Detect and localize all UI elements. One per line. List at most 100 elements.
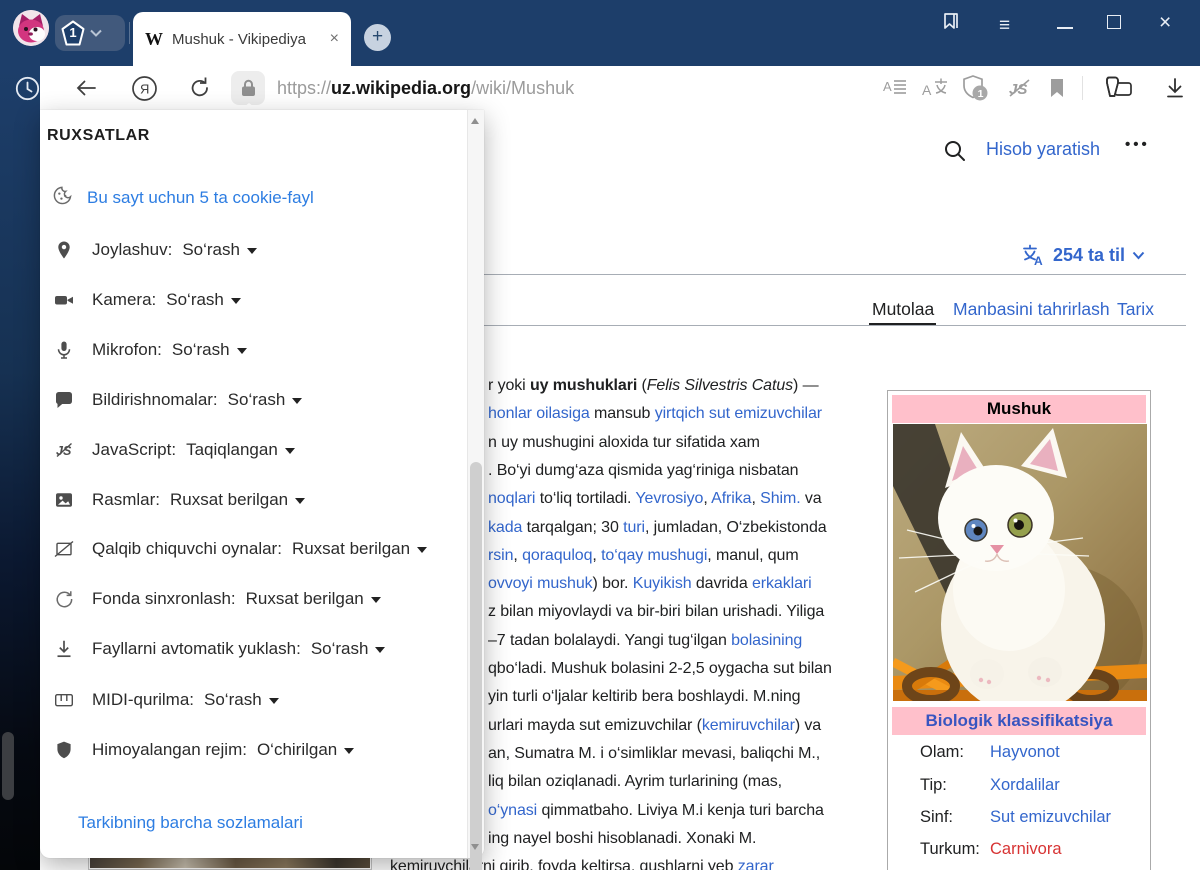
maximize-button[interactable] bbox=[1107, 15, 1121, 29]
all-content-settings-link[interactable]: Tarkibning barcha sozlamalari bbox=[78, 813, 303, 833]
article-link[interactable]: kada bbox=[488, 519, 522, 536]
permission-row: Fonda sinxronlash:Ruxsat berilgan bbox=[54, 586, 381, 612]
sidebar-panel-icon[interactable] bbox=[941, 11, 961, 38]
permission-value-dropdown[interactable]: So‘rash bbox=[311, 639, 386, 659]
address-bar[interactable]: https://uz.wikipedia.org/wiki/Mushuk bbox=[277, 66, 574, 110]
cookies-link-row[interactable]: Bu sayt uchun 5 ta cookie-fayl bbox=[52, 185, 314, 211]
permission-value-dropdown[interactable]: Ruxsat berilgan bbox=[246, 589, 381, 609]
back-button[interactable] bbox=[70, 66, 102, 110]
refresh-icon[interactable] bbox=[184, 66, 216, 110]
midi-icon bbox=[54, 690, 74, 710]
translate-icon[interactable]: A bbox=[918, 66, 952, 110]
article-link[interactable]: erkaklari bbox=[752, 575, 812, 592]
article-text: ) — bbox=[793, 377, 818, 394]
article-text-line: n uy mushugini aloxida tur sifatida xam bbox=[488, 434, 760, 452]
article-tab-tarix[interactable]: Tarix bbox=[1117, 299, 1154, 320]
search-icon[interactable] bbox=[944, 140, 966, 167]
article-link[interactable]: turi bbox=[623, 519, 645, 536]
article-link[interactable]: rsin bbox=[488, 547, 513, 564]
article-link[interactable]: zarar bbox=[738, 858, 774, 870]
article-link[interactable]: yirtqich sut emizuvchilar bbox=[655, 405, 822, 422]
article-tab-mutolaa[interactable]: Mutolaa bbox=[872, 299, 934, 320]
cookies-link[interactable]: Bu sayt uchun 5 ta cookie-fayl bbox=[87, 188, 314, 208]
panel-scroll-down-arrow[interactable] bbox=[471, 844, 479, 850]
browser-tab-active[interactable]: W Mushuk - Vikipediya × bbox=[133, 12, 351, 66]
article-link[interactable]: ovvoyi mushuk bbox=[488, 575, 593, 592]
article-link[interactable]: to‘qay mushugi bbox=[601, 547, 707, 564]
article-link[interactable]: Kuyikish bbox=[633, 575, 692, 592]
chevron-down-icon bbox=[1132, 251, 1145, 260]
svg-text:Я: Я bbox=[140, 81, 149, 96]
article-link[interactable]: Yevrosiyo bbox=[635, 490, 703, 507]
site-lock-button[interactable] bbox=[231, 71, 265, 105]
article-text: Felis Silvestris Catus bbox=[647, 377, 793, 394]
language-count-label: 254 ta til bbox=[1053, 245, 1125, 266]
article-text: uy mushuklari bbox=[530, 377, 637, 394]
article-thumbnail-image[interactable] bbox=[88, 856, 372, 870]
tab-group-button[interactable]: 1 bbox=[55, 15, 125, 51]
article-link[interactable]: qoraquloq bbox=[522, 547, 592, 564]
article-text-line: yin turli o‘ljalar keltirib bera boshlay… bbox=[488, 688, 800, 706]
more-options-icon[interactable]: ••• bbox=[1125, 136, 1150, 153]
dropdown-caret-icon bbox=[295, 498, 305, 504]
taxobox-row-label: Tip: bbox=[920, 776, 947, 794]
permission-value-dropdown[interactable]: So‘rash bbox=[228, 390, 303, 410]
article-link[interactable]: kemiruvchilar bbox=[702, 717, 795, 734]
article-link[interactable]: o‘ynasi bbox=[488, 802, 537, 819]
permission-row: Bildirishnomalar:So‘rash bbox=[54, 387, 302, 413]
article-link[interactable]: bolasining bbox=[731, 632, 802, 649]
article-link[interactable]: noqlari bbox=[488, 490, 535, 507]
article-link[interactable]: Afrika bbox=[711, 490, 751, 507]
permission-value-dropdown[interactable]: Ruxsat berilgan bbox=[292, 539, 427, 559]
taxobox-row-label: Olam: bbox=[920, 743, 964, 761]
tab-close-icon[interactable]: × bbox=[330, 30, 339, 48]
article-text-line: kemiruvchilarni qirib, foyda keltirsa, q… bbox=[390, 858, 774, 870]
permission-value-dropdown[interactable]: So‘rash bbox=[204, 690, 279, 710]
downloads-icon[interactable] bbox=[1158, 66, 1192, 110]
protect-shield-icon[interactable]: 1 bbox=[958, 66, 994, 110]
cookie-icon bbox=[52, 185, 73, 211]
profile-avatar[interactable] bbox=[13, 10, 49, 46]
permission-value-dropdown[interactable]: So‘rash bbox=[166, 290, 241, 310]
bookmark-icon[interactable] bbox=[1042, 66, 1072, 110]
language-selector-button[interactable]: A 254 ta til bbox=[1022, 244, 1145, 266]
taxobox-row-link[interactable]: Sut emizuvchilar bbox=[990, 808, 1111, 827]
permission-row: Kamera:So‘rash bbox=[54, 287, 241, 313]
dropdown-caret-icon bbox=[285, 448, 295, 454]
panel-scroll-up-arrow[interactable] bbox=[471, 118, 479, 124]
javascript-blocked-icon[interactable]: JS bbox=[1002, 66, 1036, 110]
permission-value-dropdown[interactable]: So‘rash bbox=[182, 240, 257, 260]
dropdown-caret-icon bbox=[231, 298, 241, 304]
taxobox-row: Turkum:Carnivora bbox=[920, 840, 980, 859]
kitten-photo[interactable] bbox=[893, 424, 1147, 701]
window-close-button[interactable]: × bbox=[1159, 11, 1171, 35]
new-tab-button[interactable]: + bbox=[364, 24, 391, 51]
article-text: , bbox=[513, 547, 522, 564]
taxobox-row-link[interactable]: Carnivora bbox=[990, 840, 1062, 859]
panel-scrollbar-thumb[interactable] bbox=[470, 462, 482, 870]
reader-mode-icon[interactable]: A bbox=[878, 66, 912, 110]
minimize-button[interactable] bbox=[1057, 27, 1073, 29]
article-text: . Bo‘yi dumg‘aza qismida yag‘riniga nisb… bbox=[488, 462, 798, 479]
dropdown-caret-icon bbox=[417, 547, 427, 553]
sidebar-widget-edge[interactable] bbox=[2, 732, 14, 800]
taxobox: Mushuk bbox=[887, 390, 1151, 870]
article-link[interactable]: honlar oilasiga bbox=[488, 405, 590, 422]
article-tab-manbasini-tahrirlash[interactable]: Manbasini tahrirlash bbox=[953, 299, 1110, 320]
menu-button[interactable]: ≡ bbox=[999, 15, 1010, 37]
taxobox-row: Sinf:Sut emizuvchilar bbox=[920, 808, 953, 827]
extensions-icon[interactable] bbox=[1098, 66, 1138, 110]
autodownload-icon bbox=[54, 639, 74, 659]
create-account-link[interactable]: Hisob yaratish bbox=[986, 139, 1100, 160]
permission-value-dropdown[interactable]: Ruxsat berilgan bbox=[170, 490, 305, 510]
permission-value-dropdown[interactable]: Taqiqlangan bbox=[186, 440, 295, 460]
permission-value-dropdown[interactable]: So‘rash bbox=[172, 340, 247, 360]
permission-value-dropdown[interactable]: O‘chirilgan bbox=[257, 740, 354, 760]
taxobox-row-link[interactable]: Xordalilar bbox=[990, 776, 1060, 795]
article-link[interactable]: Shim. bbox=[760, 490, 800, 507]
article-text: qimmatbaho. Liviya M.i kenja turi barcha bbox=[537, 802, 824, 819]
article-text: z bilan miyovlaydi va bir-biri bilan uri… bbox=[488, 603, 824, 620]
browser-window: { "colors": { "topbar": "#1d3e6a", "wiki… bbox=[0, 0, 1200, 870]
yandex-search-icon[interactable]: Я bbox=[128, 66, 160, 110]
taxobox-row-link[interactable]: Hayvonot bbox=[990, 743, 1060, 762]
